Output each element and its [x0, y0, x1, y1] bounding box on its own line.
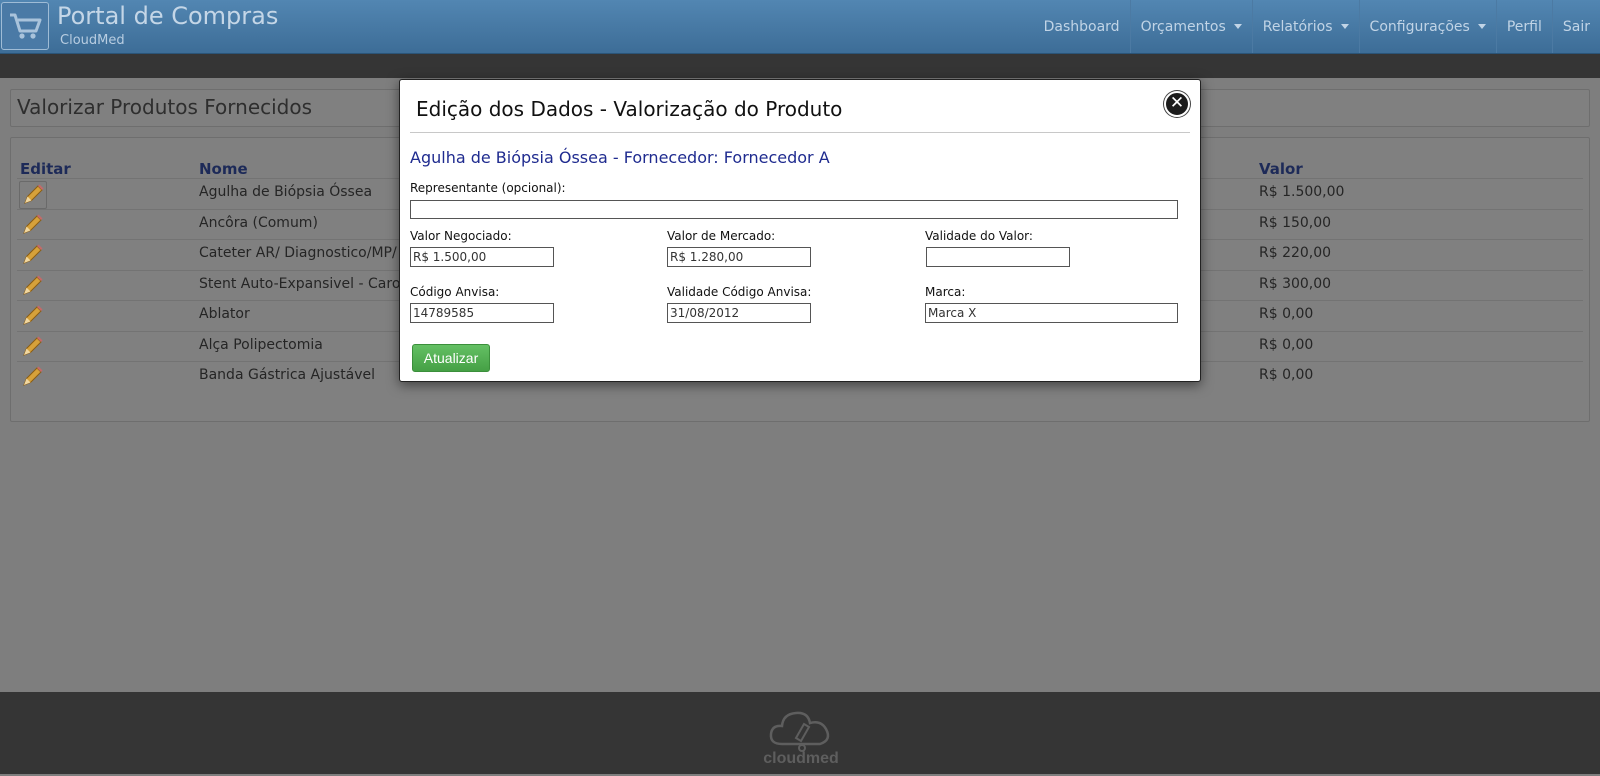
cart-icon[interactable]	[1, 2, 49, 50]
product-name: Agulha de Biópsia Óssea	[199, 184, 373, 200]
nav-orcamentos-label: Orçamentos	[1140, 18, 1226, 35]
caret-down-icon	[1340, 24, 1349, 29]
validade-codigo-input[interactable]	[667, 303, 811, 323]
validade-valor-input[interactable]	[926, 247, 1070, 267]
product-name: Cateter AR/ Diagnostico/MP/	[199, 245, 397, 261]
pencil-icon[interactable]	[19, 364, 45, 390]
cloud-logo-icon: cloudmed	[758, 706, 844, 776]
modal-title: Edição dos Dados - Valorização do Produt…	[416, 97, 843, 121]
codigo-anvisa-label: Código Anvisa:	[410, 285, 500, 299]
representante-input[interactable]	[410, 200, 1178, 219]
nav-configuracoes[interactable]: Configurações	[1358, 0, 1496, 53]
pencil-icon[interactable]	[19, 334, 45, 360]
validade-codigo-label: Validade Código Anvisa:	[667, 285, 812, 299]
brand-subtitle: CloudMed	[60, 33, 125, 48]
modal-divider	[410, 132, 1190, 133]
nav-perfil[interactable]: Perfil	[1495, 0, 1552, 53]
pencil-icon[interactable]	[19, 181, 47, 209]
nav-dashboard-label: Dashboard	[1043, 18, 1120, 35]
pencil-icon[interactable]	[19, 242, 45, 268]
product-value: R$ 0,00	[1259, 336, 1314, 353]
product-name: Ancôra (Comum)	[199, 214, 318, 231]
column-header-edit[interactable]: Editar	[20, 160, 71, 178]
footer-logo-text: cloudmed	[763, 750, 839, 767]
nav-sair-label: Sair	[1562, 18, 1590, 35]
page-title: Valorizar Produtos Fornecidos	[17, 95, 313, 119]
modal-product-subtitle: Agulha de Biópsia Óssea - Fornecedor: Fo…	[410, 148, 830, 167]
caret-down-icon	[1477, 24, 1486, 29]
codigo-anvisa-input[interactable]	[410, 303, 554, 323]
nav-relatorios-label: Relatórios	[1262, 18, 1333, 35]
edit-product-modal: Edição dos Dados - Valorização do Produt…	[399, 79, 1201, 382]
product-name: Ablator	[199, 306, 250, 322]
close-icon[interactable]: ✕	[1164, 91, 1190, 117]
nav-relatorios[interactable]: Relatórios	[1251, 0, 1359, 53]
brand-title[interactable]: Portal de Compras	[57, 2, 278, 30]
nav-menu: Dashboard Orçamentos Relatórios Configur…	[1034, 0, 1600, 53]
pencil-icon[interactable]	[19, 303, 45, 329]
product-name: Stent Auto-Expansivel - Caro	[199, 275, 401, 292]
product-value: R$ 0,00	[1259, 367, 1314, 383]
marca-label: Marca:	[925, 285, 966, 299]
marca-input[interactable]	[925, 303, 1178, 323]
product-value: R$ 300,00	[1259, 275, 1332, 292]
product-name: Alça Polipectomia	[199, 336, 323, 353]
valor-negociado-input[interactable]	[410, 247, 554, 267]
pencil-icon[interactable]	[19, 273, 45, 299]
caret-down-icon	[1233, 24, 1242, 29]
footer: cloudmed	[0, 692, 1600, 774]
nav-dashboard[interactable]: Dashboard	[1034, 0, 1130, 53]
validade-valor-label: Validade do Valor:	[925, 229, 1033, 243]
product-value: R$ 1.500,00	[1259, 184, 1345, 200]
nav-configuracoes-label: Configurações	[1369, 18, 1470, 35]
nav-sair[interactable]: Sair	[1551, 0, 1600, 53]
column-header-name[interactable]: Nome	[199, 160, 248, 178]
representante-label: Representante (opcional):	[410, 181, 566, 195]
pencil-icon[interactable]	[19, 212, 45, 238]
product-value: R$ 0,00	[1259, 306, 1314, 322]
valor-mercado-input[interactable]	[667, 247, 811, 267]
valor-mercado-label: Valor de Mercado:	[667, 229, 776, 243]
nav-perfil-label: Perfil	[1506, 18, 1542, 35]
product-value: R$ 150,00	[1259, 214, 1332, 231]
column-header-value[interactable]: Valor	[1259, 160, 1303, 178]
valor-negociado-label: Valor Negociado:	[410, 229, 512, 243]
top-navbar: Portal de Compras CloudMed Dashboard Orç…	[0, 0, 1600, 54]
product-value: R$ 220,00	[1259, 245, 1332, 261]
nav-orcamentos[interactable]: Orçamentos	[1129, 0, 1252, 53]
product-name: Banda Gástrica Ajustável	[199, 367, 376, 383]
update-button[interactable]: Atualizar	[412, 344, 490, 372]
sub-bar	[0, 54, 1600, 78]
